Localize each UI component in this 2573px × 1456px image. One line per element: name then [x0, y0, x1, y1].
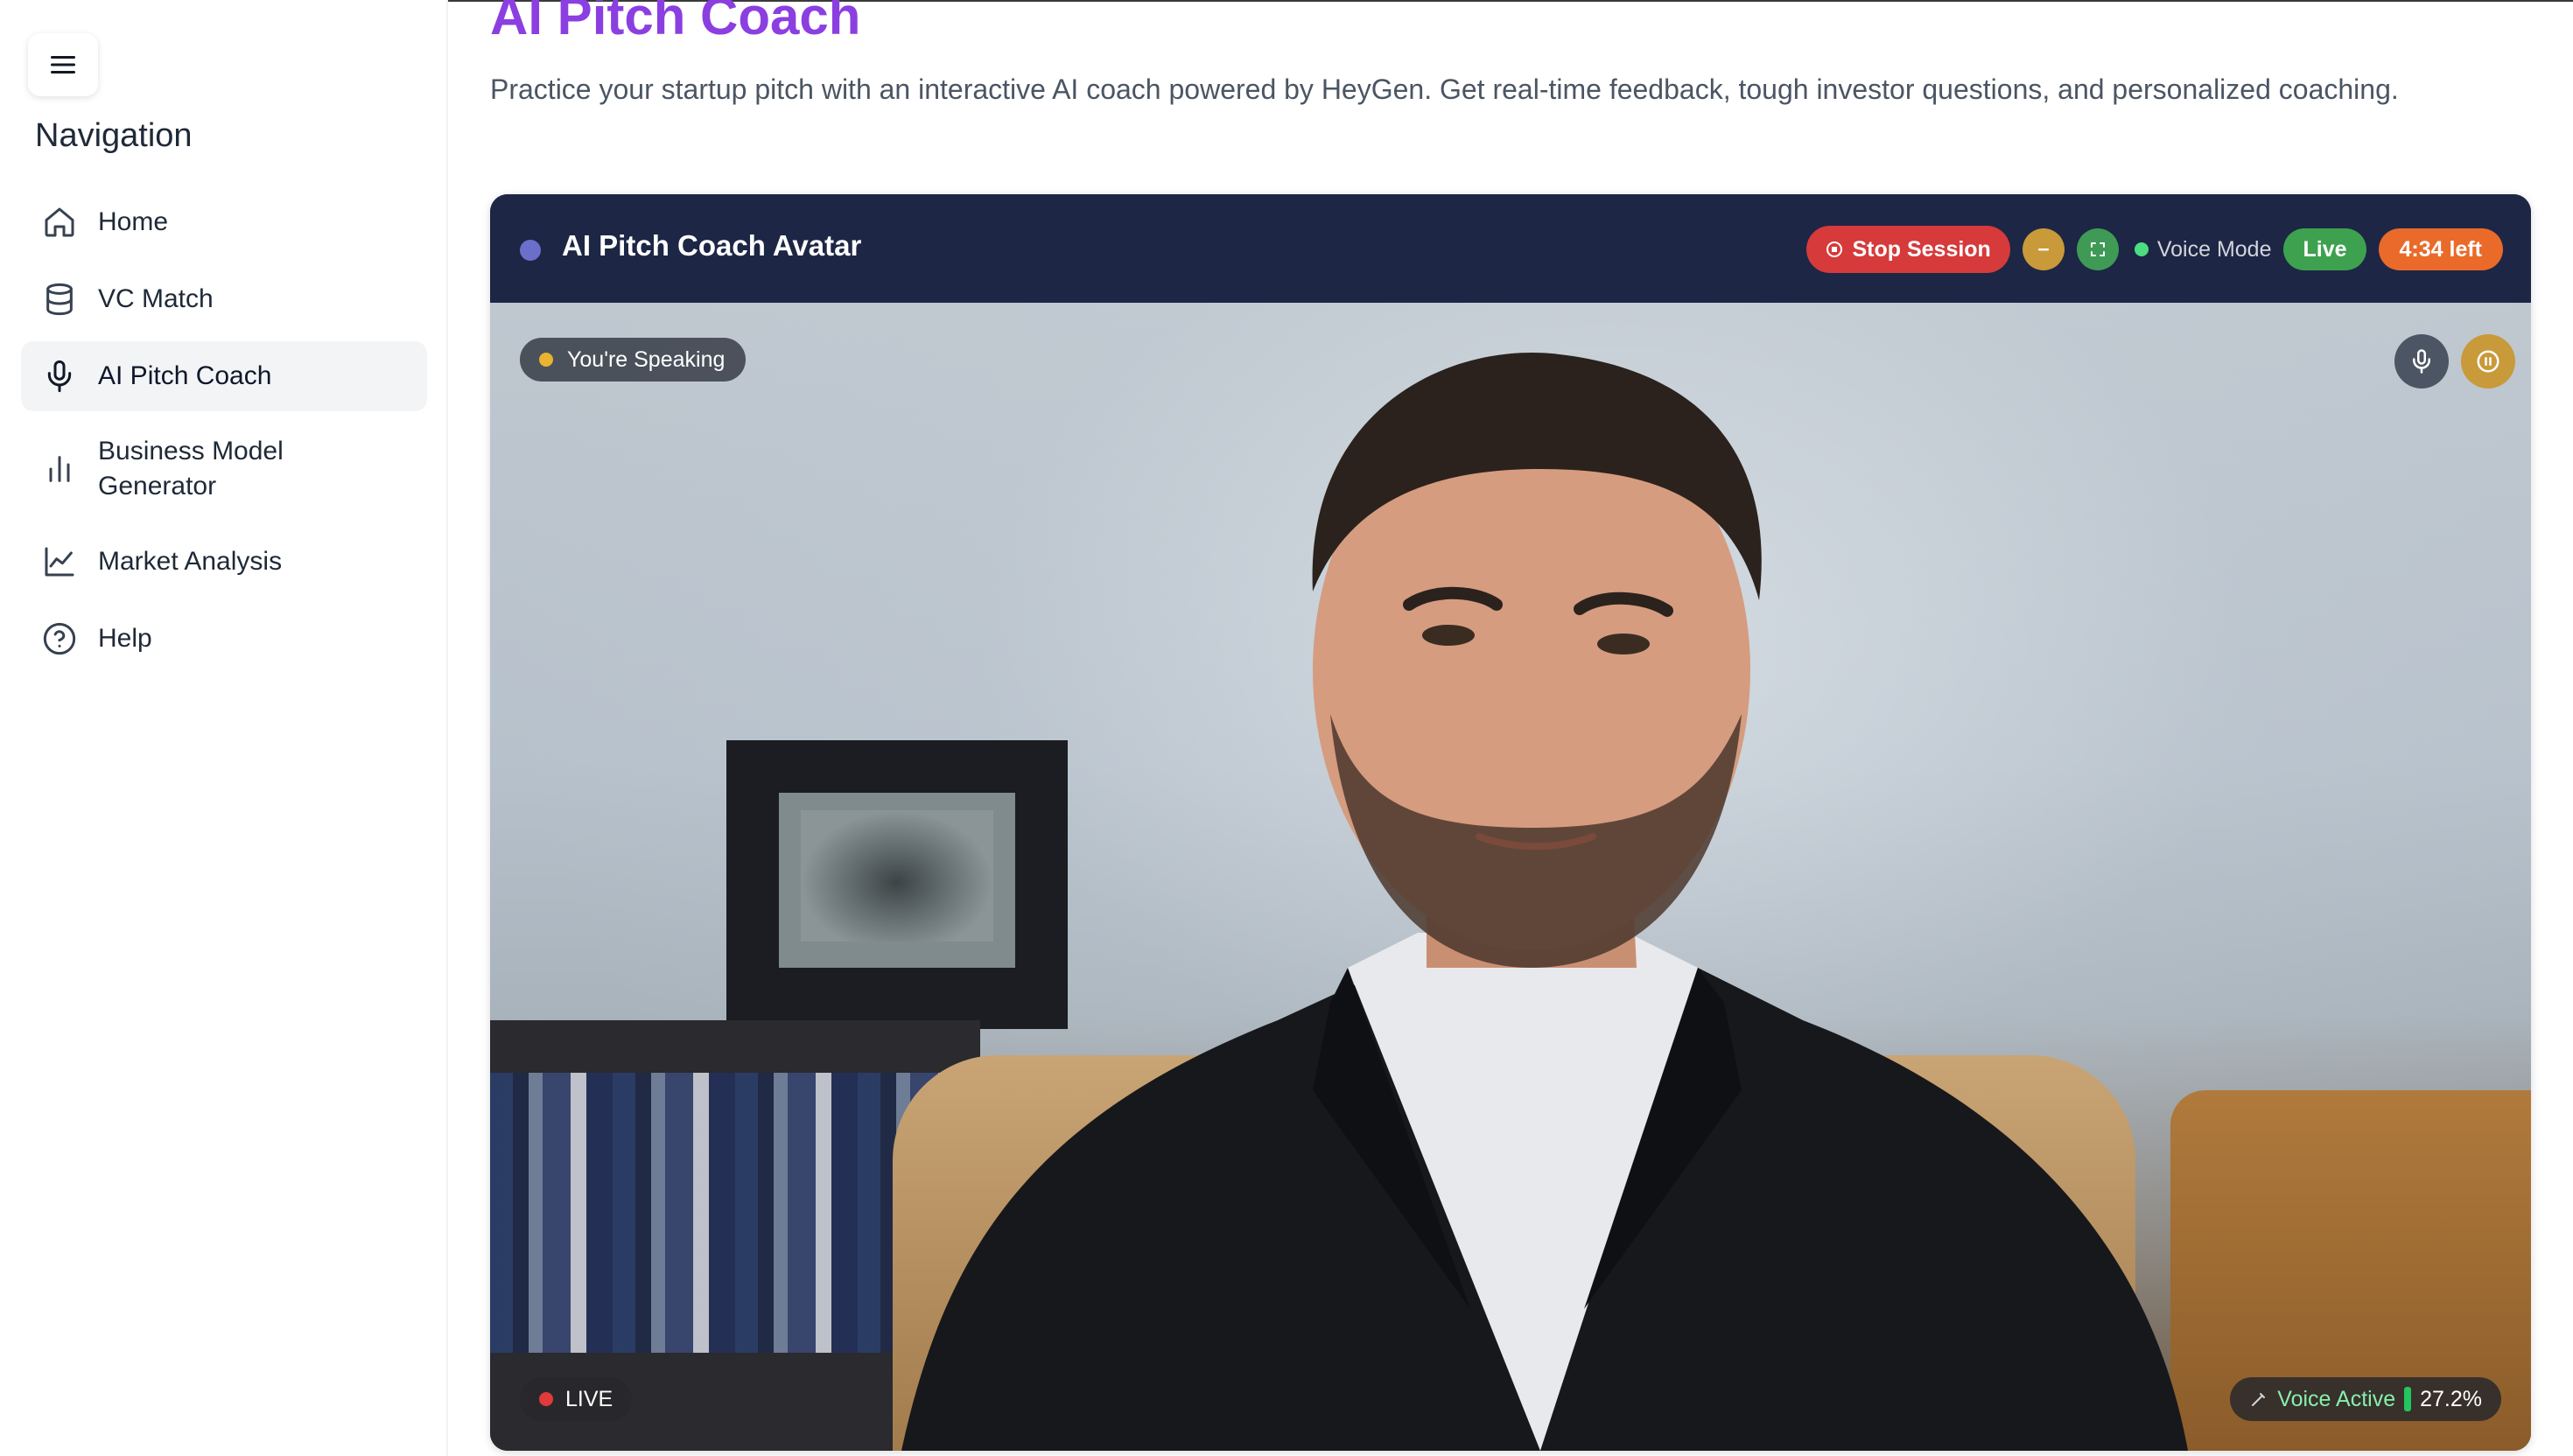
live-status-badge: Live [2283, 228, 2366, 270]
sidebar-item-business-model-generator[interactable]: Business Model Generator [21, 418, 427, 520]
expand-icon [2090, 242, 2105, 256]
pause-button[interactable] [2461, 334, 2515, 388]
microphone-icon [2413, 349, 2430, 374]
minus-icon [2037, 248, 2049, 251]
sidebar-item-home[interactable]: Home [21, 187, 427, 257]
bar-chart-icon [49, 456, 70, 482]
page-title: AI Pitch Coach [490, 0, 861, 46]
home-icon [45, 207, 74, 237]
stop-session-button[interactable]: Stop Session [1806, 226, 2010, 273]
pause-circle-icon [2477, 350, 2499, 373]
live-badge: LIVE [520, 1377, 633, 1421]
session-controls: Stop Session Voice Mode Live 4:34 left [1806, 226, 2503, 273]
sidebar-item-ai-pitch-coach[interactable]: AI Pitch Coach [21, 341, 427, 411]
voice-mode-dot [2134, 242, 2149, 256]
pencil-mic-icon [2252, 1393, 2266, 1406]
hamburger-icon [51, 56, 75, 74]
voice-mode-label: Voice Mode [2156, 236, 2272, 262]
live-badge-label: LIVE [565, 1386, 613, 1411]
live-dot [539, 1392, 553, 1406]
sidebar: Navigation Home VC Match AI Pitch Coach [0, 0, 448, 1456]
nav-list: Home VC Match AI Pitch Coach Business Mo… [21, 187, 427, 681]
avatar-person [901, 353, 2188, 1451]
microphone-button[interactable] [2394, 334, 2449, 388]
voice-level-value: 27.2% [2420, 1386, 2482, 1411]
microphone-icon [47, 360, 72, 393]
sidebar-item-vc-match[interactable]: VC Match [21, 264, 427, 334]
session-header: AI Pitch Coach Avatar Stop Session Voice… [490, 194, 2531, 303]
voice-mode-indicator: Voice Mode [2134, 236, 2272, 262]
sidebar-item-help[interactable]: Help [21, 604, 427, 674]
database-icon [46, 283, 73, 316]
voice-active-label: Voice Active [2277, 1386, 2396, 1411]
line-chart-icon [45, 547, 74, 577]
sidebar-item-label: Business Model Generator [98, 437, 284, 500]
sidebar-item-label: VC Match [98, 284, 214, 313]
fullscreen-button[interactable] [2076, 228, 2119, 270]
minimize-button[interactable] [2022, 228, 2065, 270]
sidebar-item-label: Market Analysis [98, 547, 283, 576]
speaking-indicator: You're Speaking [520, 338, 747, 382]
time-left-badge: 4:34 left [2378, 228, 2503, 270]
sidebar-item-market-analysis[interactable]: Market Analysis [21, 527, 427, 597]
status-dot [520, 240, 541, 261]
sidebar-item-label: Home [98, 207, 169, 236]
help-circle-icon [43, 622, 76, 655]
menu-toggle-button[interactable] [28, 33, 98, 96]
voice-level-bar [2404, 1387, 2412, 1411]
avatar-session-card: AI Pitch Coach Avatar Stop Session Voice… [490, 194, 2531, 1451]
avatar-video: You're Speaking LIVE Voice Active 27.2% [490, 303, 2531, 1451]
stop-circle-icon [1826, 242, 1843, 257]
speaking-dot [539, 353, 553, 367]
voice-active-badge: Voice Active 27.2% [2230, 1377, 2501, 1421]
page-subtitle: Practice your startup pitch with an inte… [490, 74, 2399, 105]
stop-session-label: Stop Session [1852, 236, 1991, 262]
sidebar-item-label: AI Pitch Coach [98, 361, 272, 390]
sidebar-item-label: Help [98, 624, 152, 653]
session-title: AI Pitch Coach Avatar [562, 229, 862, 262]
speaking-label: You're Speaking [567, 346, 726, 372]
sidebar-title: Navigation [35, 117, 193, 154]
